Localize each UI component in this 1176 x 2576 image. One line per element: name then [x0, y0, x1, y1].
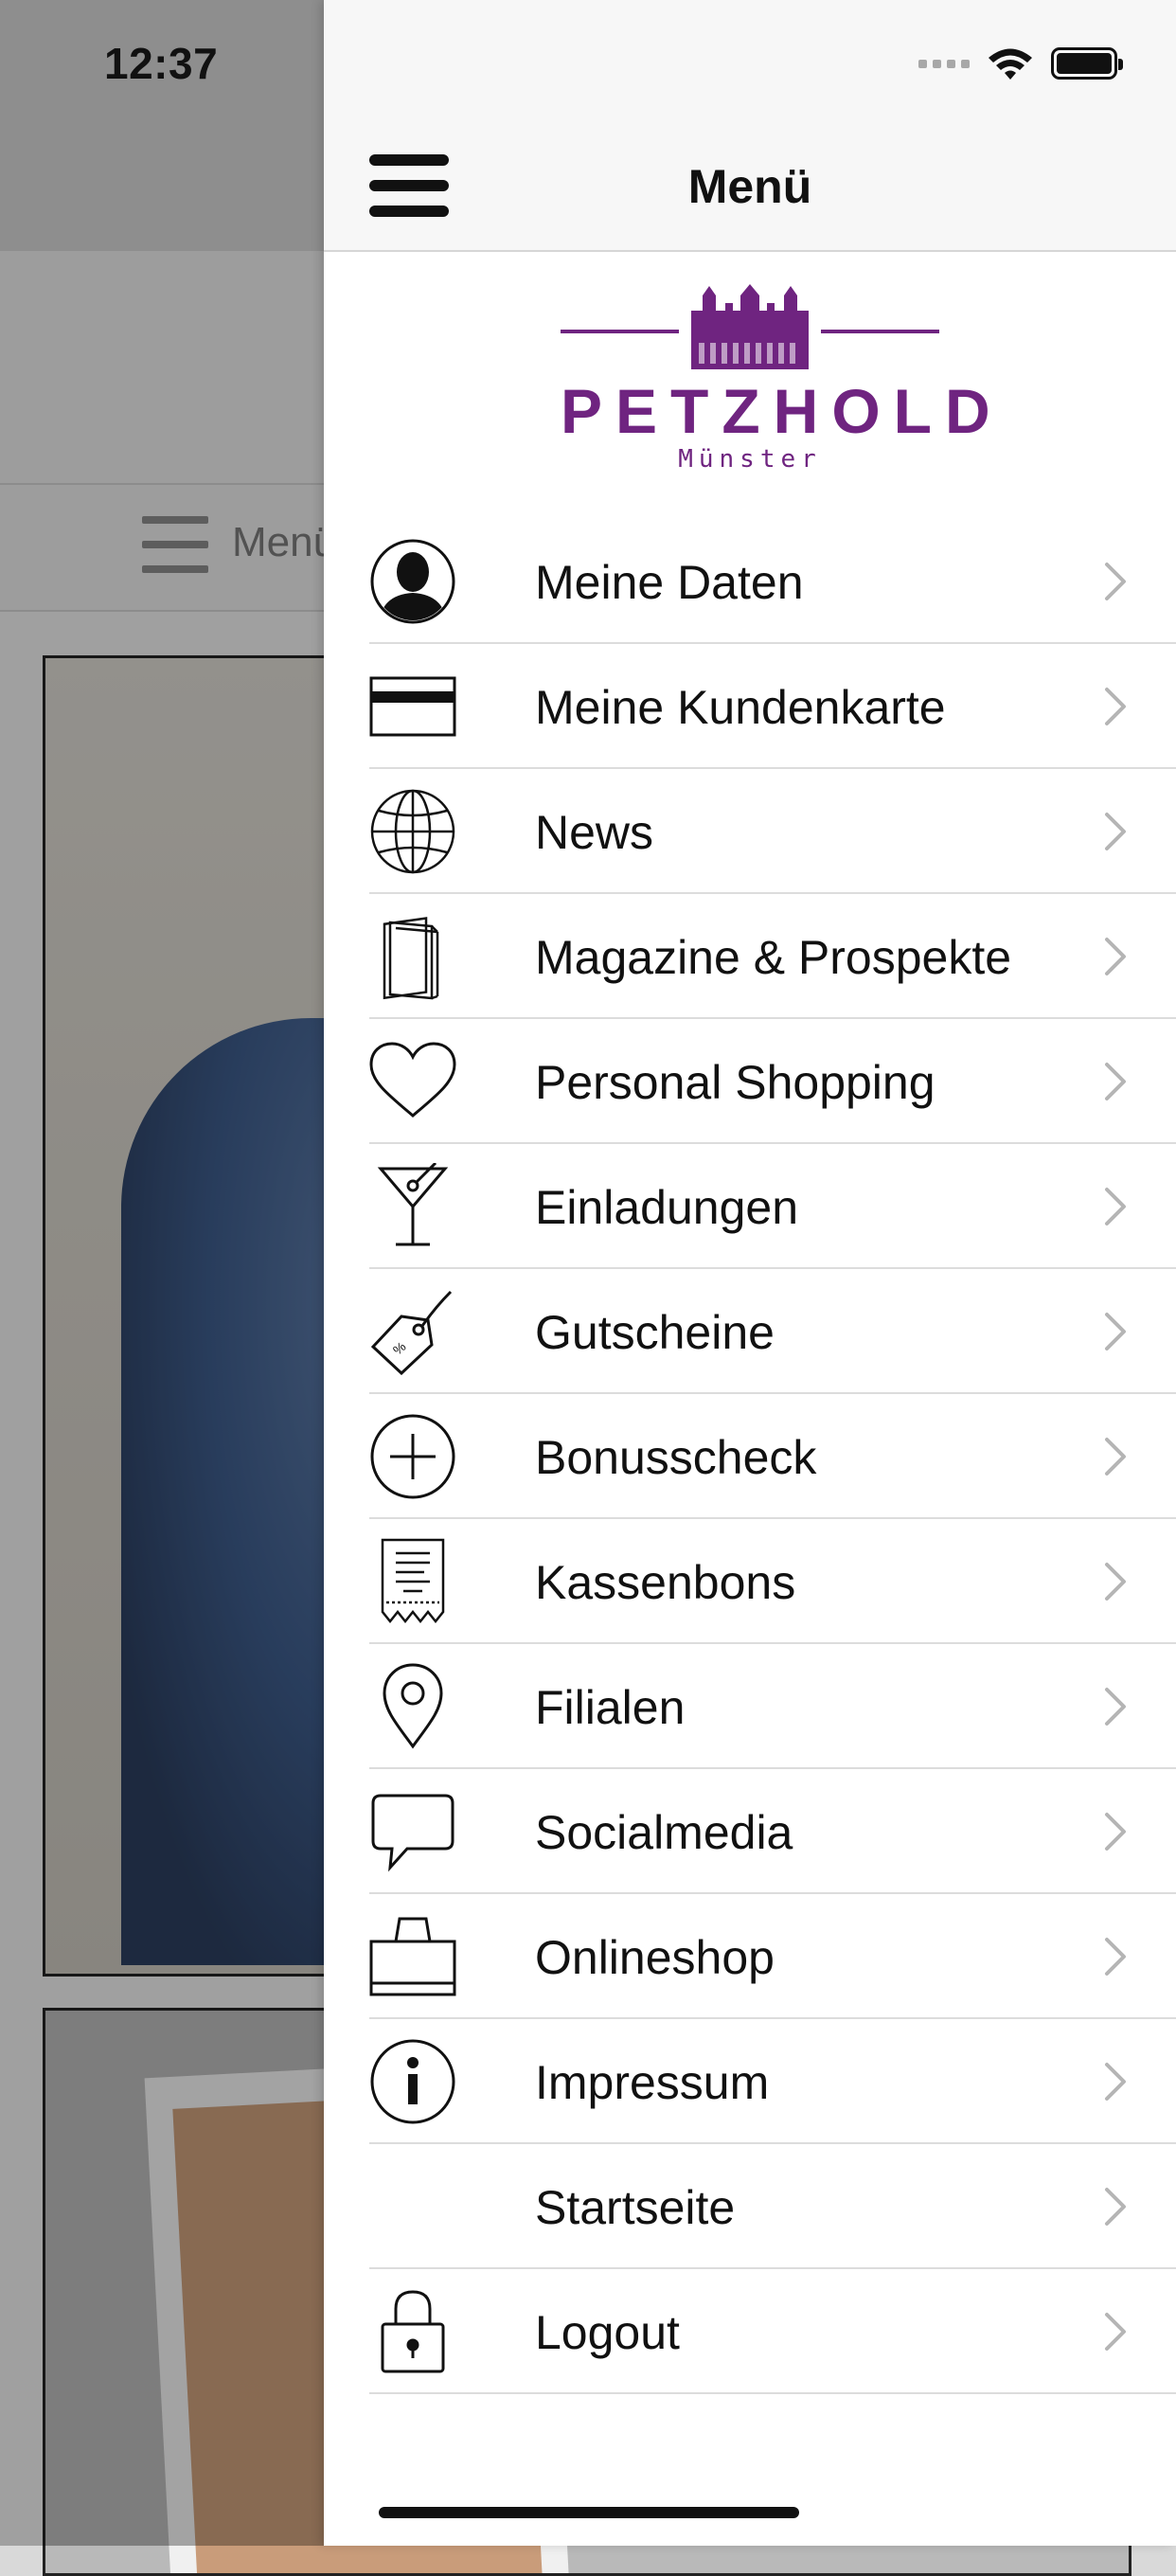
- chevron-right-icon: [1105, 938, 1126, 975]
- menu-item-socialmedia[interactable]: Socialmedia: [369, 1769, 1176, 1894]
- cocktail-icon: [377, 1163, 449, 1246]
- status-time: 12:37: [104, 39, 219, 88]
- cellular-signal-icon: [918, 59, 970, 68]
- home-indicator[interactable]: [379, 2507, 799, 2518]
- menu-item-onlineshop[interactable]: Onlineshop: [369, 1894, 1176, 2019]
- info-icon: [370, 2039, 455, 2124]
- svg-text:%: %: [390, 1338, 409, 1357]
- menu-item-label: Startseite: [535, 2181, 736, 2234]
- speech-bubble-icon: [371, 1794, 454, 1872]
- magazine-icon: [383, 917, 439, 1000]
- globe-icon: [370, 789, 455, 874]
- person-icon: [370, 539, 455, 624]
- logo-city-text: Münster: [678, 445, 822, 474]
- receipt-icon: [381, 1538, 445, 1624]
- wifi-icon: [989, 48, 1032, 80]
- menu-item-bonusscheck[interactable]: Bonusscheck: [369, 1394, 1176, 1519]
- menu-item-kassenbons[interactable]: Kassenbons: [369, 1519, 1176, 1644]
- plus-circle-icon: [370, 1414, 455, 1499]
- menu-item-startseite[interactable]: Startseite: [369, 2144, 1176, 2269]
- chevron-right-icon: [1105, 688, 1126, 725]
- menu-item-label: Filialen: [535, 1681, 686, 1734]
- menu-item-label: Personal Shopping: [535, 1056, 935, 1109]
- chevron-right-icon: [1105, 1188, 1126, 1225]
- menu-item-label: Meine Kundenkarte: [535, 681, 946, 734]
- heart-icon: [369, 1042, 456, 1118]
- shopping-bag-icon: [369, 1917, 456, 1996]
- chevron-right-icon: [1105, 1063, 1126, 1100]
- tag-icon: %: [370, 1290, 453, 1375]
- chevron-right-icon: [1105, 813, 1126, 850]
- chevron-right-icon: [1105, 2188, 1126, 2226]
- logo-brand-text: PETZHOLD: [561, 376, 1004, 446]
- menu-item-label: Impressum: [535, 2056, 770, 2109]
- chevron-right-icon: [1105, 1563, 1126, 1601]
- drawer-title: Menü: [687, 160, 812, 213]
- drawer-header: Menü: [324, 0, 1176, 252]
- menu-item-label: News: [535, 806, 654, 859]
- menu-item-label: Kassenbons: [535, 1556, 796, 1609]
- menu-item-label: Onlineshop: [535, 1931, 775, 1984]
- menu-item-news[interactable]: News: [369, 769, 1176, 894]
- chevron-right-icon: [1105, 1813, 1126, 1851]
- chevron-right-icon: [1105, 1688, 1126, 1726]
- menu-item-magazine-prospekte[interactable]: Magazine & Prospekte: [369, 894, 1176, 1019]
- menu-item-label: Bonusscheck: [535, 1431, 817, 1484]
- castle-logo-icon: [561, 284, 939, 369]
- menu-item-logout[interactable]: Logout: [369, 2269, 1176, 2394]
- menu-item-label: Einladungen: [535, 1181, 799, 1234]
- location-pin-icon: [383, 1663, 443, 1749]
- chevron-right-icon: [1105, 1438, 1126, 1476]
- menu-item-meine-kundenkarte[interactable]: Meine Kundenkarte: [369, 644, 1176, 769]
- menu-item-label: Socialmedia: [535, 1806, 793, 1859]
- menu-item-einladungen[interactable]: Einladungen: [369, 1144, 1176, 1269]
- menu-item-personal-shopping[interactable]: Personal Shopping: [369, 1019, 1176, 1144]
- menu-item-label: Meine Daten: [535, 556, 804, 609]
- status-icons: [918, 45, 1123, 81]
- menu-item-label: Logout: [535, 2306, 680, 2359]
- chevron-right-icon: [1105, 563, 1126, 600]
- battery-icon: [1051, 47, 1123, 80]
- side-menu-drawer: Menü PETZHOLD Münster Meine Daten Meine …: [324, 0, 1176, 2546]
- menu-list: Meine Daten Meine Kundenkarte News Magaz…: [369, 519, 1176, 2394]
- lock-icon: [381, 2290, 445, 2373]
- menu-item-meine-daten[interactable]: Meine Daten: [369, 519, 1176, 644]
- chevron-right-icon: [1105, 2063, 1126, 2101]
- menu-item-gutscheine[interactable]: % Gutscheine: [369, 1269, 1176, 1394]
- menu-item-label: Gutscheine: [535, 1306, 775, 1359]
- chevron-right-icon: [1105, 1938, 1126, 1976]
- menu-item-label: Magazine & Prospekte: [535, 931, 1012, 984]
- menu-item-impressum[interactable]: Impressum: [369, 2019, 1176, 2144]
- chevron-right-icon: [1105, 1313, 1126, 1351]
- card-icon: [369, 676, 456, 737]
- chevron-right-icon: [1105, 2313, 1126, 2351]
- menu-item-filialen[interactable]: Filialen: [369, 1644, 1176, 1769]
- petzhold-logo: PETZHOLD Münster: [561, 282, 1004, 481]
